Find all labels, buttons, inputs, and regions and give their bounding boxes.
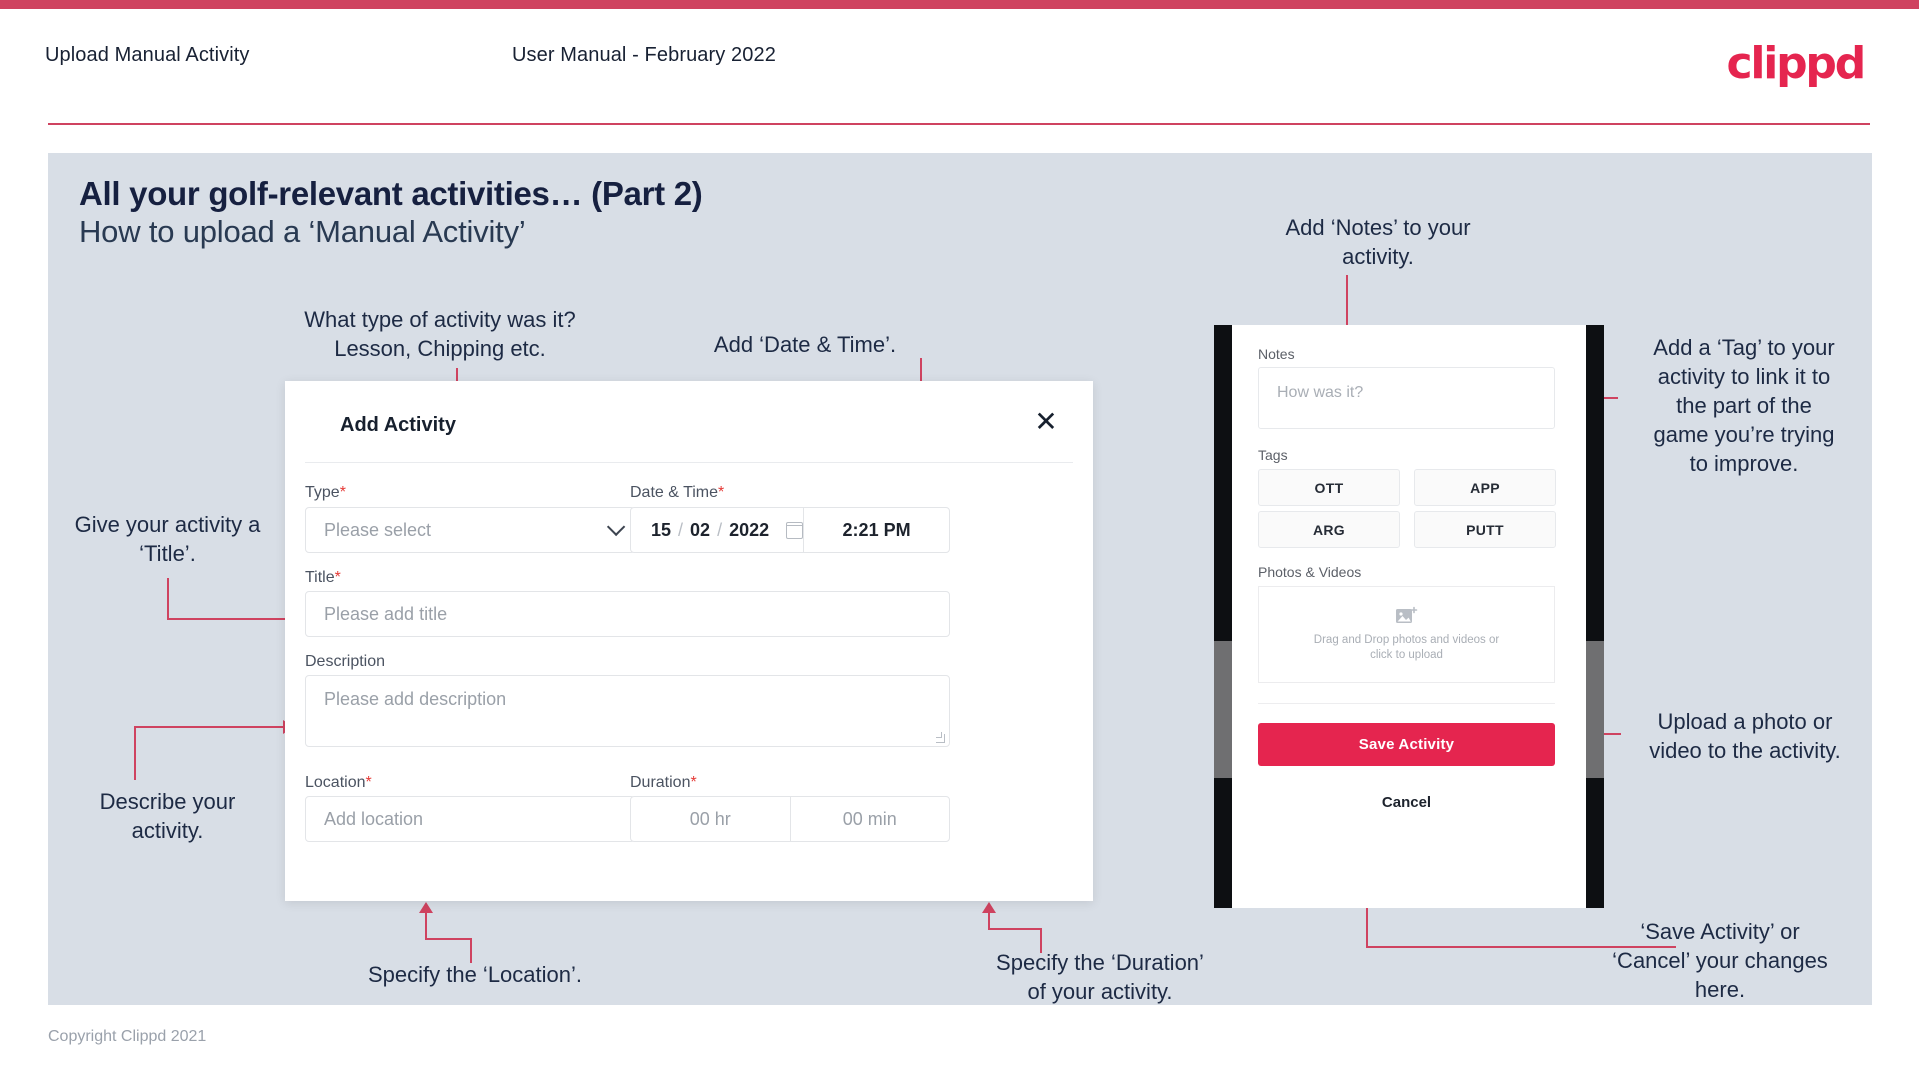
annotation-description: Describe your activity.	[99, 789, 236, 843]
duration-label-text: Duration	[630, 774, 691, 791]
dropzone-text: Drag and Drop photos and videos or click…	[1314, 633, 1499, 663]
arrow-location-seg1	[470, 940, 472, 963]
arrow-duration-head	[982, 902, 996, 913]
arrow-location-seg3	[425, 911, 427, 940]
arrow-save-seg1	[1556, 946, 1676, 948]
duration-hours-input[interactable]: 00 hr	[631, 797, 790, 841]
title-placeholder: Please add title	[324, 603, 448, 624]
notes-placeholder: How was it?	[1277, 384, 1364, 401]
duration-field: 00 hr 00 min	[630, 796, 950, 842]
dialog-divider	[305, 462, 1073, 463]
description-textarea[interactable]: Please add description	[305, 675, 950, 747]
phone-scroll-left	[1214, 641, 1232, 778]
annotation-save: ‘Save Activity’ or ‘Cancel’ your changes…	[1612, 919, 1828, 1002]
date-sep-1: /	[678, 519, 684, 540]
phone-mockup: Notes How was it? Tags OTT APP ARG PUTT …	[1214, 325, 1604, 908]
title-label: Title*	[305, 569, 341, 587]
arrow-duration-seg1	[1040, 930, 1042, 953]
datetime-label-text: Date & Time	[630, 484, 719, 501]
tag-ott[interactable]: OTT	[1258, 469, 1400, 506]
arrow-location-seg2	[425, 938, 472, 940]
duration-minutes-input[interactable]: 00 min	[789, 797, 950, 841]
location-required-asterisk: *	[365, 774, 372, 791]
dropzone-line-2: click to upload	[1370, 649, 1443, 661]
header-divider	[48, 123, 1870, 125]
clippd-logo: clippd	[1726, 38, 1866, 89]
add-activity-dialog: Add Activity ✕ Type* Please select Date …	[285, 381, 1093, 901]
datetime-required-asterisk: *	[718, 484, 725, 501]
arrow-notes-seg1	[1346, 275, 1348, 328]
phone-divider	[1258, 703, 1555, 704]
date-year: 2022	[729, 519, 770, 540]
arrow-description-seg1	[134, 728, 136, 780]
tag-app[interactable]: APP	[1414, 469, 1556, 506]
arrow-duration-seg2	[988, 928, 1042, 930]
arrow-location-head	[419, 902, 433, 913]
location-label: Location*	[305, 774, 372, 792]
page-subtitle: How to upload a ‘Manual Activity’	[79, 214, 526, 249]
annotation-location: Specify the ‘Location’.	[367, 962, 583, 987]
arrow-title-seg1	[167, 578, 169, 620]
type-required-asterisk: *	[339, 484, 346, 501]
location-placeholder: Add location	[324, 808, 424, 829]
duration-label: Duration*	[630, 774, 697, 792]
date-month: 02	[690, 519, 711, 540]
description-placeholder: Please add description	[324, 689, 507, 709]
type-select[interactable]: Please select	[305, 507, 635, 553]
phone-scroll-right	[1586, 641, 1604, 778]
annotation-tag: Add a ‘Tag’ to your activity to link it …	[1653, 335, 1835, 476]
close-icon[interactable]: ✕	[1027, 403, 1065, 441]
phone-frame-right	[1586, 325, 1604, 908]
title-required-asterisk: *	[334, 569, 341, 586]
arrow-description-seg2	[134, 726, 286, 728]
image-add-icon	[1395, 606, 1419, 626]
cancel-button[interactable]: Cancel	[1258, 785, 1555, 819]
arrow-title-seg2	[167, 618, 289, 620]
annotation-type: What type of activity was it? Lesson, Ch…	[304, 307, 576, 361]
arrow-save-seg2	[1366, 946, 1558, 948]
datetime-label: Date & Time*	[630, 484, 724, 502]
tags-label: Tags	[1258, 447, 1288, 463]
annotation-title: Give your activity a ‘Title’.	[74, 512, 261, 566]
header-subtitle: User Manual - February 2022	[512, 44, 776, 66]
annotation-datetime: Add ‘Date & Time’.	[713, 332, 897, 357]
type-label-text: Type	[305, 484, 340, 501]
footer-copyright: Copyright Clippd 2021	[48, 1028, 207, 1045]
type-placeholder: Please select	[324, 519, 432, 540]
header-title: Upload Manual Activity	[45, 44, 250, 66]
tag-putt[interactable]: PUTT	[1414, 511, 1556, 548]
tag-arg[interactable]: ARG	[1258, 511, 1400, 548]
title-label-text: Title	[305, 569, 335, 586]
annotation-notes: Add ‘Notes’ to your activity.	[1285, 215, 1471, 269]
dialog-title: Add Activity	[340, 414, 456, 436]
time-input[interactable]: 2:21 PM	[804, 508, 949, 552]
page-title: All your golf-relevant activities… (Part…	[79, 175, 703, 212]
chevron-down-icon	[606, 517, 626, 537]
resize-handle-icon[interactable]	[936, 732, 945, 743]
title-input[interactable]: Please add title	[305, 591, 950, 637]
notes-textarea[interactable]: How was it?	[1258, 367, 1555, 429]
datetime-field[interactable]: 15 / 02 / 2022 2:21 PM	[630, 507, 950, 553]
photo-dropzone[interactable]: Drag and Drop photos and videos or click…	[1258, 586, 1555, 683]
date-sep-2: /	[717, 519, 723, 540]
calendar-icon[interactable]	[785, 521, 804, 539]
date-input[interactable]: 15 / 02 / 2022	[631, 508, 805, 552]
arrow-duration-seg3	[988, 911, 990, 930]
date-day: 15	[651, 519, 672, 540]
duration-required-asterisk: *	[690, 774, 697, 791]
description-label: Description	[305, 653, 386, 670]
type-label: Type*	[305, 484, 346, 502]
phone-frame-left	[1214, 325, 1232, 908]
phone-screen: Notes How was it? Tags OTT APP ARG PUTT …	[1232, 325, 1586, 908]
annotation-duration: Specify the ‘Duration’ of your activity.	[996, 950, 1204, 1004]
location-label-text: Location	[305, 774, 366, 791]
photos-label: Photos & Videos	[1258, 564, 1362, 580]
annotation-upload: Upload a photo or video to the activity.	[1649, 709, 1841, 763]
save-activity-button[interactable]: Save Activity	[1258, 723, 1555, 766]
dropzone-line-1: Drag and Drop photos and videos or	[1313, 634, 1500, 646]
slide-page: Upload Manual Activity User Manual - Feb…	[0, 0, 1919, 1079]
notes-label: Notes	[1258, 346, 1295, 362]
top-accent-bar	[0, 0, 1919, 9]
location-input[interactable]: Add location	[305, 796, 635, 842]
